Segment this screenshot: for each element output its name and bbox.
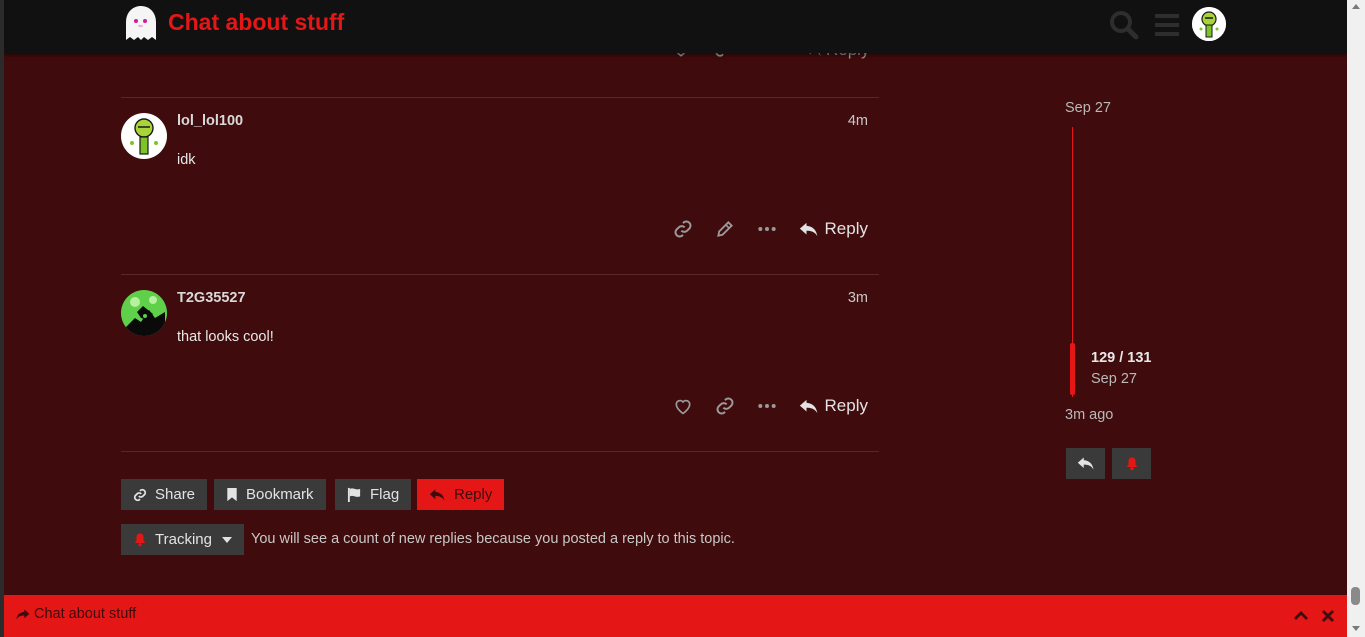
post-age[interactable]: 3m: [848, 290, 868, 306]
post-username[interactable]: lol_lol100: [177, 113, 243, 129]
timeline-start-date[interactable]: Sep 27: [1065, 100, 1111, 116]
avatar[interactable]: [121, 113, 167, 159]
site-header: Chat about stuff: [4, 0, 1347, 53]
timeline-last-activity[interactable]: 3m ago: [1065, 407, 1113, 423]
reply-icon: [799, 399, 817, 413]
flag-icon: [347, 487, 361, 502]
timeline-notifications-button[interactable]: [1112, 448, 1151, 479]
flag-button[interactable]: Flag: [335, 479, 412, 510]
timeline-position: 129 / 131: [1091, 350, 1152, 366]
avatar[interactable]: [121, 290, 167, 336]
post-actions: Reply: [651, 394, 868, 418]
post-divider: [121, 274, 879, 275]
link-icon[interactable]: [673, 219, 693, 239]
post-reply-button[interactable]: Reply: [799, 219, 868, 239]
reply-label: Reply: [454, 486, 493, 503]
link-icon: [133, 488, 147, 501]
bookmark-icon: [227, 487, 237, 502]
more-icon[interactable]: [757, 219, 777, 239]
bookmark-label: Bookmark: [246, 486, 314, 503]
ghost-logo-icon[interactable]: [122, 4, 160, 42]
post-body: idk: [177, 152, 196, 168]
close-icon[interactable]: [1318, 606, 1338, 626]
link-icon[interactable]: [715, 396, 735, 416]
tracking-dropdown[interactable]: Tracking: [121, 524, 244, 555]
post: T2G35527 3m that looks cool! Reply: [121, 290, 879, 460]
post-divider: [121, 97, 879, 98]
page-scrollbar[interactable]: [1347, 0, 1365, 637]
timeline-handle[interactable]: [1070, 343, 1075, 395]
reply-icon: [799, 222, 817, 236]
reply-icon: [429, 488, 445, 501]
heart-icon[interactable]: [673, 396, 693, 416]
tracking-description: You will see a count of new replies beca…: [251, 531, 735, 547]
timeline-position-date: Sep 27: [1091, 371, 1137, 387]
share-label: Share: [155, 486, 196, 503]
timeline-reply-button[interactable]: [1066, 448, 1105, 479]
reply-label: Reply: [824, 219, 868, 238]
composer-title[interactable]: Chat about stuff: [15, 606, 136, 622]
share-arrow-icon: [16, 609, 30, 619]
bookmark-button[interactable]: Bookmark: [214, 479, 326, 510]
reply-icon: [1077, 457, 1093, 470]
post-actions: Reply: [651, 217, 868, 241]
site-title[interactable]: Chat about stuff: [168, 9, 344, 36]
tracking-label: Tracking: [155, 531, 212, 548]
topic-page: Reply Chat about stuff: [4, 0, 1347, 637]
post-username[interactable]: T2G35527: [177, 290, 246, 306]
user-avatar[interactable]: [1192, 7, 1226, 41]
flag-label: Flag: [370, 486, 400, 503]
scroll-up-icon[interactable]: [1352, 4, 1360, 9]
post-reply-button[interactable]: Reply: [799, 396, 868, 416]
hamburger-icon[interactable]: [1152, 10, 1182, 40]
topic-reply-button[interactable]: Reply: [417, 479, 505, 510]
post-age[interactable]: 4m: [848, 113, 868, 129]
composer-bar[interactable]: Chat about stuff: [4, 595, 1347, 637]
caret-down-icon: [221, 536, 232, 543]
post: lol_lol100 4m idk Reply: [121, 113, 879, 283]
bell-icon: [134, 533, 146, 547]
share-button[interactable]: Share: [121, 479, 208, 510]
search-icon[interactable]: [1109, 10, 1139, 40]
post-body: that looks cool!: [177, 329, 274, 345]
more-icon[interactable]: [757, 396, 777, 416]
post-divider: [121, 451, 879, 452]
reply-label: Reply: [824, 396, 868, 415]
composer-title-text: Chat about stuff: [34, 606, 137, 622]
bell-icon: [1126, 457, 1137, 471]
scrollbar-thumb[interactable]: [1351, 587, 1360, 605]
scroll-down-icon[interactable]: [1352, 626, 1360, 631]
edit-icon[interactable]: [715, 219, 735, 239]
chevron-up-icon[interactable]: [1291, 606, 1311, 626]
